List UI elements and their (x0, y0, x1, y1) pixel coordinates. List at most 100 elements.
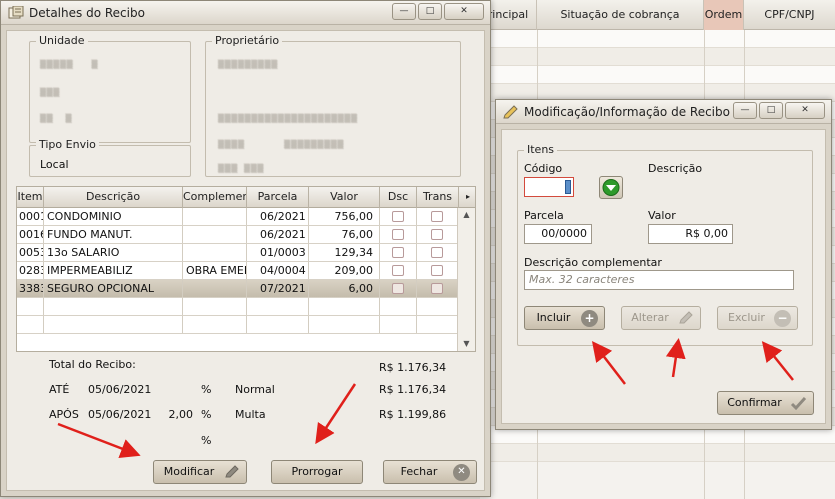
cell-parcela: 04/0004 (247, 262, 309, 279)
parcela-input[interactable]: 00/0000 (524, 224, 592, 244)
ate-date: 05/06/2021 (88, 383, 152, 396)
cell-descricao: FUNDO MANUT. (44, 226, 183, 243)
column-header-situacao[interactable]: Situação de cobrança (537, 0, 704, 30)
unidade-group: Unidade ▒▒▒▒▒ ▒ ▒▒▒ ▒▒ ▒ (29, 34, 191, 143)
modify-receipt-window: Modificação/Informação de Recibo — □ ✕ I… (495, 99, 832, 430)
modificar-button[interactable]: Modificar (153, 460, 247, 484)
header-valor[interactable]: Valor (309, 187, 380, 208)
proprietario-group: Proprietário ▒▒▒▒▒▒▒▒▒ ▒▒▒▒▒▒▒▒▒▒▒▒▒▒▒▒▒… (205, 34, 461, 177)
apos-pct-sign: % (201, 408, 212, 421)
background-grid-header: rincipal Situação de cobrança Ordem CPF/… (480, 0, 835, 30)
confirmar-button[interactable]: Confirmar (717, 391, 814, 415)
dsc-checkbox[interactable] (392, 265, 404, 276)
ate-type: Normal (235, 383, 275, 396)
table-row[interactable]: 0283IMPERMEABILIZOBRA EMERG04/0004209,00 (17, 262, 459, 280)
table-row[interactable]: 005313o SALARIO 01/0003129,34 (17, 244, 459, 262)
descricao-complementar-input[interactable]: Max. 32 caracteres (524, 270, 794, 290)
close-window-button[interactable]: ✕ (444, 3, 484, 20)
header-complemento[interactable]: Complemento (183, 187, 247, 208)
cell-complemento (183, 226, 247, 243)
modify-window-titlebar[interactable]: Modificação/Informação de Recibo — □ ✕ (496, 100, 831, 124)
column-header-cpf[interactable]: CPF/CNPJ (744, 0, 835, 30)
modificar-button-label: Modificar (163, 465, 215, 478)
tipo-envio-value: Local (40, 158, 69, 171)
maximize-button[interactable]: □ (759, 102, 783, 119)
total-value: R$ 1.176,34 (379, 361, 447, 374)
cell-trans (417, 244, 459, 261)
cell-descricao: SEGURO OPCIONAL (44, 280, 183, 297)
cell-trans (417, 280, 459, 297)
trans-checkbox[interactable] (431, 265, 443, 276)
pencil-icon (679, 311, 693, 324)
incluir-button[interactable]: Incluir + (524, 306, 605, 330)
modify-window-title: Modificação/Informação de Recibo (524, 105, 730, 119)
column-chooser-icon[interactable]: ▸ (459, 187, 475, 208)
cell-item: 3383 (17, 280, 44, 297)
cell-parcela: 06/2021 (247, 226, 309, 243)
scroll-down-icon[interactable]: ▼ (458, 337, 475, 351)
dsc-checkbox[interactable] (392, 283, 404, 294)
cell-trans (417, 208, 459, 225)
cell-item (17, 298, 44, 315)
valor-input[interactable]: R$ 0,00 (648, 224, 733, 244)
confirmar-button-label: Confirmar (727, 396, 782, 409)
column-header-ordem[interactable]: Ordem (704, 0, 744, 30)
cell-parcela: 06/2021 (247, 208, 309, 225)
receipt-items-table: Item Descrição Complemento Parcela Valor… (16, 186, 476, 352)
excluir-button[interactable]: Excluir − (717, 306, 798, 330)
fechar-button[interactable]: Fechar ✕ (383, 460, 477, 484)
apos-value: R$ 1.199,86 (379, 408, 447, 421)
unidade-label: Unidade (36, 34, 88, 47)
table-row[interactable] (17, 298, 459, 316)
header-descricao[interactable]: Descrição (44, 187, 183, 208)
cell-complemento (183, 280, 247, 297)
cell-complemento (183, 316, 247, 333)
cell-valor: 76,00 (309, 226, 380, 243)
trans-checkbox[interactable] (431, 229, 443, 240)
header-dsc[interactable]: Dsc (380, 187, 417, 208)
excluir-button-label: Excluir (728, 311, 765, 324)
trans-checkbox[interactable] (431, 211, 443, 222)
trans-checkbox[interactable] (431, 283, 443, 294)
cell-valor (309, 316, 380, 333)
table-row[interactable] (17, 316, 459, 334)
minimize-button[interactable]: — (392, 3, 416, 20)
cell-item (17, 316, 44, 333)
apos-date: 05/06/2021 (88, 408, 152, 421)
descricao-complementar-label: Descrição complementar (524, 256, 662, 269)
table-row[interactable]: 3383SEGURO OPCIONAL 07/20216,00 (17, 280, 459, 298)
maximize-button[interactable]: □ (418, 3, 442, 20)
table-header: Item Descrição Complemento Parcela Valor… (17, 187, 475, 208)
scroll-up-icon[interactable]: ▲ (458, 208, 475, 222)
cell-dsc (380, 244, 417, 261)
header-trans[interactable]: Trans (417, 187, 459, 208)
table-row[interactable]: 0016FUNDO MANUT. 06/202176,00 (17, 226, 459, 244)
cell-trans (417, 316, 459, 333)
search-code-button[interactable] (599, 176, 623, 199)
alterar-button[interactable]: Alterar (621, 306, 701, 330)
tipo-envio-group: Tipo Envio Local (29, 138, 191, 177)
itens-label: Itens (524, 143, 558, 156)
fechar-button-label: Fechar (400, 465, 438, 478)
alterar-button-label: Alterar (631, 311, 669, 324)
cell-parcela (247, 316, 309, 333)
cell-item: 0283 (17, 262, 44, 279)
spinner-icon[interactable] (565, 180, 571, 194)
table-scrollbar[interactable]: ▲ ▼ (457, 208, 475, 351)
dsc-checkbox[interactable] (392, 247, 404, 258)
receipt-window-titlebar[interactable]: Detalhes do Recibo — □ ✕ (1, 1, 490, 25)
close-window-button[interactable]: ✕ (785, 102, 825, 119)
total-label: Total do Recibo: (49, 358, 136, 371)
cell-parcela: 01/0003 (247, 244, 309, 261)
header-parcela[interactable]: Parcela (247, 187, 309, 208)
cell-valor: 756,00 (309, 208, 380, 225)
prorrogar-button[interactable]: Prorrogar (271, 460, 363, 484)
minimize-button[interactable]: — (733, 102, 757, 119)
trans-checkbox[interactable] (431, 247, 443, 258)
table-row[interactable]: 0001CONDOMINIO 06/2021756,00 (17, 208, 459, 226)
dsc-checkbox[interactable] (392, 229, 404, 240)
header-item[interactable]: Item (17, 187, 44, 208)
parcela-label: Parcela (524, 209, 564, 222)
dsc-checkbox[interactable] (392, 211, 404, 222)
green-down-arrow-icon (602, 179, 620, 196)
